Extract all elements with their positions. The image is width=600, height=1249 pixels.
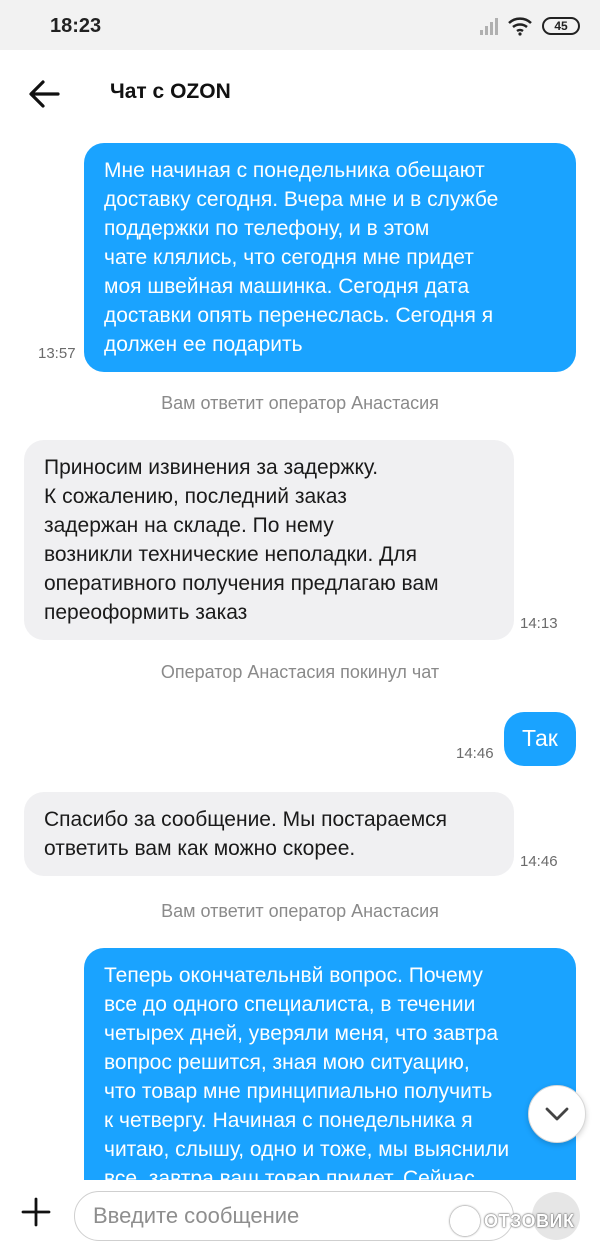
message-text-line: переоформить заказ [44,601,248,624]
message-text-line: поддержки по телефону, и в этом [104,217,430,240]
system-notice: Оператор Анастасия покинул чат [160,662,440,682]
message-outgoing[interactable]: Мне начиная с понедельника обещают доста… [84,143,576,372]
wifi-icon [508,17,532,36]
watermark-circle-icon [450,1206,480,1236]
scroll-down-button[interactable] [528,1085,586,1143]
message-text-line: Так [522,725,558,751]
message-text-line: что товар мне принципиально получить [104,1080,493,1103]
message-incoming[interactable]: Спасибо за сообщение. Мы постараемся отв… [24,792,514,876]
plus-icon[interactable] [20,1196,52,1228]
message-input[interactable] [74,1191,514,1241]
message-text-line: оперативного получения предлагаю вам [44,572,439,595]
message-outgoing[interactable]: Так [504,712,576,766]
page-title: Чат с OZON [110,80,231,103]
message-text-line: вопрос решится, зная мою ситуацию, [104,1051,470,1074]
message-text-line: Приносим извинения за задержку. [44,456,379,479]
message-incoming[interactable]: Приносим извинения за задержку. К сожале… [24,440,514,640]
system-notice: Вам ответит оператор Анастасия [161,393,439,413]
message-text-line: ответить вам как можно скорее. [44,837,356,860]
message-time: 14:13 [520,615,558,632]
signal-icon [480,17,498,35]
message-text-line: К сожалению, последний заказ [44,485,347,508]
message-text-line: все, завтра ваш товар придет. Сейчас [104,1167,475,1180]
back-button[interactable] [24,74,64,114]
message-text-line: к четвергу. Начиная с понедельника я [104,1109,473,1132]
message-text-line: моя швейная машинка. Сегодня дата [104,275,470,298]
message-text-line: Спасибо за сообщение. Мы постараемся [44,808,448,831]
message-text-line: доставки опять перенеслась. Сегодня я [104,304,494,327]
status-time: 18:23 [50,15,102,37]
message-text-line: чате клялись, что сегодня мне придет [104,246,474,269]
watermark-text: ОТЗОВИК [484,1210,575,1231]
message-time: 14:46 [520,853,558,870]
battery-icon: 45 [542,17,580,35]
message-text-line: Мне начиная с понедельника обещают [104,159,485,182]
system-notice: Вам ответит оператор Анастасия [161,901,439,921]
message-text-line: задержан на складе. По нему [44,514,334,537]
message-time: 13:57 [38,345,76,362]
watermark-logo: ОТЗОВИК [450,1203,574,1239]
message-time: 14:46 [456,745,494,762]
message-text-line: доставку сегодня. Вчера мне и в службе [104,188,499,211]
message-text-line: должен ее подарить [104,333,303,356]
message-text-line: все до одного специалиста, в течении [104,993,476,1016]
message-text-line: четырех дней, уверяли меня, что завтра [104,1022,499,1045]
message-text-line: возникли технические неполадки. Для [44,543,418,566]
message-text-line: читаю, слышу, одно и тоже, мы выяснили [104,1138,510,1161]
chevron-down-icon [545,1107,569,1121]
message-text-line: Теперь окончательнвй вопрос. Почему [104,964,483,987]
chat-header: Чат с OZON [0,50,600,140]
status-bar: 18:23 45 [0,0,600,50]
status-icons: 45 [480,14,580,38]
message-outgoing[interactable]: Теперь окончательнвй вопрос. Почему все … [84,948,576,1180]
